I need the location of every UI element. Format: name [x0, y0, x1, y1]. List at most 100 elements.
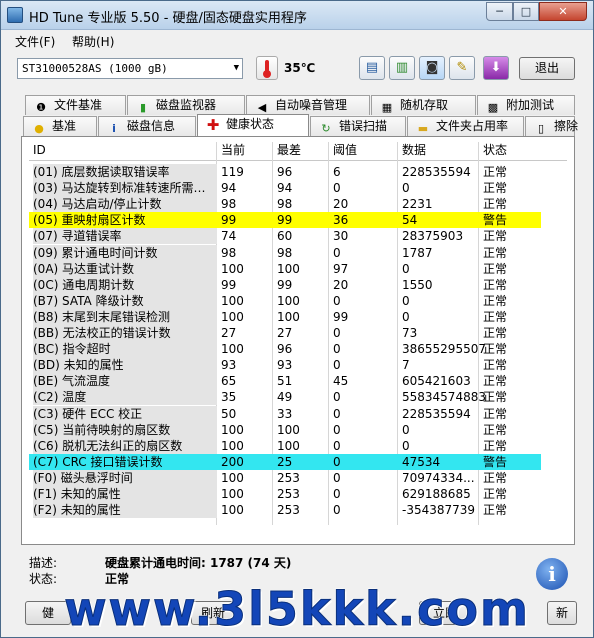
table-row[interactable]: (C6) 脱机无法纠正的扇区数 100 100 0 0 正常 [29, 437, 541, 454]
attr-threshold: 99 [333, 309, 349, 324]
exit-button[interactable]: 退出 [519, 57, 575, 80]
copy-text-button[interactable]: ▤ [359, 56, 385, 80]
attr-data: 0 [402, 309, 410, 324]
attr-id: (0C) 通电周期计数 [33, 276, 217, 293]
tab-label: 基准 [52, 119, 77, 133]
table-row[interactable]: (09) 累计通电时间计数 98 98 0 1787 正常 [29, 244, 541, 261]
tab-error-scan[interactable]: ↻ 错误扫描 [310, 116, 406, 136]
table-row[interactable]: (F1) 未知的属性 100 253 0 629188685 正常 [29, 486, 541, 502]
tab-file-benchmark[interactable]: ❶ 文件基准 [25, 95, 126, 115]
table-row[interactable]: (0C) 通电周期计数 99 99 20 1550 正常 [29, 276, 541, 293]
attr-status: 正常 [483, 374, 508, 389]
attr-threshold: 0 [333, 422, 341, 437]
attr-data: 1550 [402, 277, 433, 292]
tab-row-bottom: ● 基准 i 磁盘信息 ✚ 健康状态 ↻ 错误扫描 ▬ 文件夹占用率 ▯ 擦除 [23, 114, 578, 136]
table-row[interactable]: (01) 底层数据读取错误率 119 96 6 228535594 正常 [29, 164, 541, 180]
table-row[interactable]: (B8) 末尾到末尾错误检测 100 100 99 0 正常 [29, 308, 541, 325]
attr-threshold: 30 [333, 229, 349, 244]
col-header-current[interactable]: 当前 [221, 142, 245, 159]
attr-data: 38655295507 [402, 342, 486, 357]
attr-status: 正常 [483, 358, 508, 373]
attr-worst: 100 [277, 309, 300, 324]
attr-worst: 99 [277, 213, 293, 228]
attr-data: 73 [402, 326, 418, 340]
health-cross-icon: ✚ [206, 116, 220, 134]
attr-id: (F1) 未知的属性 [33, 486, 217, 502]
col-header-id[interactable]: ID [33, 142, 46, 159]
drive-select[interactable]: ST31000528AS (1000 gB) ▼ [17, 58, 243, 79]
attr-current: 99 [221, 277, 237, 292]
menu-file[interactable]: 文件(F) [15, 33, 55, 50]
attr-data: 7 [402, 358, 410, 373]
table-row[interactable]: (07) 寻道错误率 74 60 30 28375903 正常 [29, 228, 541, 245]
description-value: 硬盘累计通电时间: 1787 (74 天) [105, 556, 292, 570]
col-header-worst[interactable]: 最差 [277, 142, 301, 159]
table-row[interactable]: (B7) SATA 降级计数 100 100 0 0 正常 [29, 292, 541, 309]
options-button[interactable]: ✎ [449, 56, 475, 80]
tab-benchmark[interactable]: ● 基准 [23, 116, 97, 136]
tab-disk-monitor[interactable]: ▮ 磁盘监视器 [127, 95, 245, 115]
attr-status: 正常 [483, 229, 508, 244]
tab-label: 磁盘监视器 [156, 98, 217, 112]
attr-worst: 100 [277, 438, 300, 453]
close-button[interactable]: ✕ [539, 2, 587, 21]
attr-worst: 98 [277, 197, 293, 212]
tab-extra-tests[interactable]: ▩ 附加测试 [477, 95, 575, 115]
attr-current: 50 [221, 406, 237, 421]
attr-data: 228535594 [402, 406, 471, 421]
menu-help[interactable]: 帮助(H) [72, 33, 114, 50]
attr-threshold: 0 [333, 406, 341, 421]
tab-disk-info[interactable]: i 磁盘信息 [98, 116, 196, 136]
maximize-button[interactable]: □ [513, 2, 539, 21]
extra-test-icon: ▩ [487, 101, 499, 114]
attr-id: (05) 重映射扇区计数 [33, 213, 146, 228]
tab-label: 错误扫描 [339, 119, 388, 133]
copy-icon: ▤ [365, 60, 379, 75]
tab-random-access[interactable]: ▦ 随机存取 [371, 95, 476, 115]
attr-status: 正常 [483, 245, 508, 260]
screenshot-button[interactable]: ◙ [419, 56, 445, 80]
col-header-status[interactable]: 状态 [483, 142, 507, 159]
table-row[interactable]: (F0) 磁头悬浮时间 100 253 0 70974334... 正常 [29, 469, 541, 486]
col-header-data[interactable]: 数据 [402, 142, 426, 159]
tab-aam[interactable]: ◀ 自动噪音管理 [246, 95, 370, 115]
attr-id: (C2) 温度 [33, 389, 217, 406]
table-row[interactable]: (BC) 指令超时 100 96 0 38655295507 正常 [29, 341, 541, 358]
minimize-button[interactable]: ─ [486, 2, 513, 21]
table-row[interactable]: (C5) 当前待映射的扇区数 100 100 0 0 正常 [29, 421, 541, 438]
table-row[interactable]: (C2) 温度 35 49 0 55834574883 正常 [29, 389, 541, 406]
attr-data: 0 [402, 181, 410, 196]
copy-all-button[interactable]: ▥ [389, 56, 415, 80]
attr-status: 正常 [483, 277, 508, 292]
col-header-threshold[interactable]: 阈值 [333, 142, 357, 159]
table-row[interactable]: (C3) 硬件 ECC 校正 50 33 0 228535594 正常 [29, 405, 541, 422]
table-row[interactable]: (BE) 气流温度 65 51 45 605421603 正常 [29, 373, 541, 390]
attr-status: 正常 [483, 342, 508, 357]
attr-threshold: 36 [333, 213, 349, 228]
health-panel: ID 当前 最差 阈值 数据 状态 (01) 底层数据读取错误率 119 96 6 22… [21, 136, 575, 545]
table-row[interactable]: (BB) 无法校正的错误计数 27 27 0 73 正常 [29, 325, 541, 341]
attr-id: (C7) CRC 接口错误计数 [33, 454, 163, 469]
tab-folder-usage[interactable]: ▬ 文件夹占用率 [407, 116, 524, 136]
save-download-button[interactable]: ⬇ [483, 56, 509, 80]
download-icon: ⬇ [490, 60, 502, 75]
tab-health[interactable]: ✚ 健康状态 [197, 114, 309, 136]
tab-erase[interactable]: ▯ 擦除 [525, 116, 578, 136]
attr-current: 100 [221, 470, 244, 485]
attr-data: 2231 [402, 197, 433, 212]
tab-label: 文件夹占用率 [436, 119, 509, 133]
attr-current: 100 [221, 309, 244, 324]
attr-threshold: 0 [333, 293, 341, 308]
attr-threshold: 20 [333, 197, 349, 212]
attr-worst: 96 [277, 342, 293, 357]
attr-threshold: 0 [333, 358, 341, 373]
table-row[interactable]: (0A) 马达重试计数 100 100 97 0 正常 [29, 260, 541, 277]
attr-id: (BC) 指令超时 [33, 341, 217, 358]
table-row[interactable]: (04) 马达启动/停止计数 98 98 20 2231 正常 [29, 196, 541, 213]
table-row[interactable]: (F2) 未知的属性 100 253 0 -354387739 正常 [29, 502, 541, 519]
table-row[interactable]: (BD) 未知的属性 93 93 0 7 正常 [29, 357, 541, 374]
table-row[interactable]: (05) 重映射扇区计数 99 99 36 54 警告 [29, 212, 541, 229]
table-row[interactable]: (03) 马达旋转到标准转速所需… 94 94 0 0 正常 [29, 180, 541, 197]
table-row[interactable]: (C7) CRC 接口错误计数 200 25 0 47534 警告 [29, 453, 541, 470]
attr-data: 70974334... [402, 470, 475, 485]
